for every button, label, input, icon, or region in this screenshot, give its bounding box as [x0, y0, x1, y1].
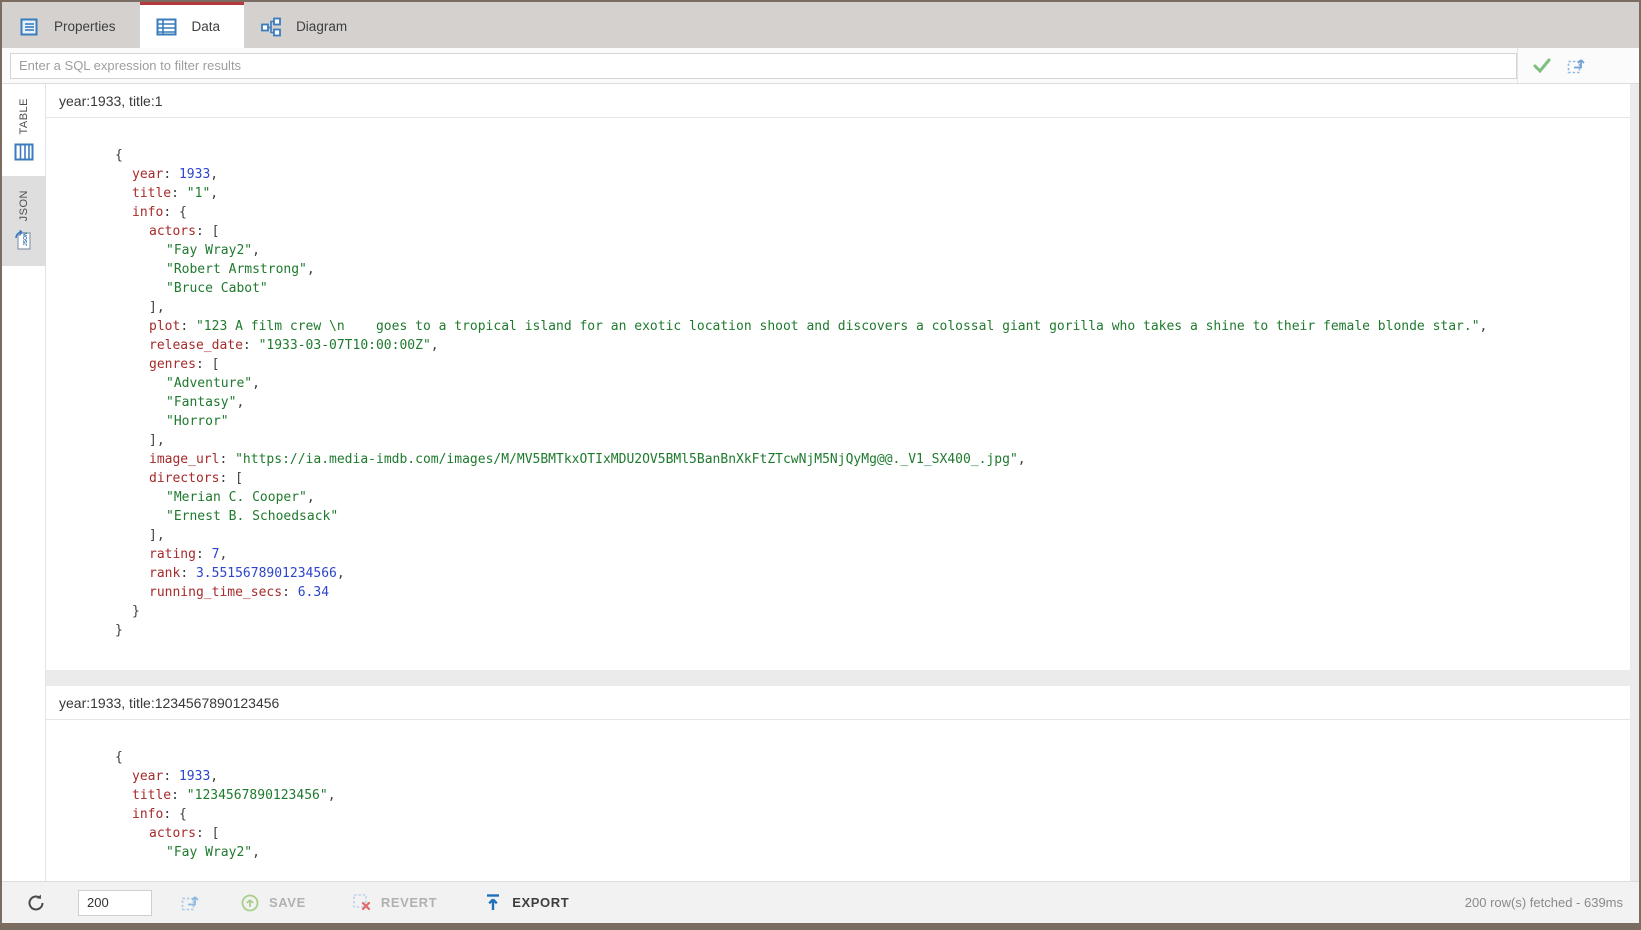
table-grid-icon: [14, 143, 34, 166]
json-line: year: 1933,: [115, 767, 1620, 786]
export-button[interactable]: EXPORT: [483, 893, 569, 913]
json-line: {: [115, 748, 1620, 767]
save-label: SAVE: [269, 895, 306, 910]
json-line: "Ernest B. Schoedsack": [115, 507, 1620, 526]
revert-label: REVERT: [381, 895, 437, 910]
table-view-label: TABLE: [18, 98, 30, 135]
row-limit-input[interactable]: [78, 890, 152, 916]
revert-icon: [352, 893, 372, 913]
svg-text:JSON: JSON: [23, 232, 29, 246]
toolbar-left: SAVE REVERT EXPORT: [2, 890, 569, 916]
sidebar-item-table[interactable]: TABLE: [2, 84, 46, 176]
json-line: ],: [115, 431, 1620, 450]
json-line: "Merian C. Cooper",: [115, 488, 1620, 507]
filter-editor-icon[interactable]: [1566, 56, 1586, 76]
properties-list-icon: [18, 17, 40, 37]
save-button[interactable]: SAVE: [240, 893, 306, 913]
tab-label: Diagram: [296, 19, 347, 34]
json-line: rating: 7,: [115, 545, 1620, 564]
tab-label: Properties: [54, 19, 116, 34]
fetch-page-icon[interactable]: [180, 893, 200, 913]
filter-actions: [1517, 48, 1639, 83]
json-line: plot: "123 A film crew \n goes to a trop…: [115, 317, 1620, 336]
status-bar: SAVE REVERT EXPORT: [2, 881, 1639, 923]
sidebar-item-json[interactable]: JSON JSON: [2, 176, 46, 266]
json-line: release_date: "1933-03-07T10:00:00Z",: [115, 336, 1620, 355]
record-json[interactable]: {year: 1933,title: "1",info: {actors: ["…: [46, 118, 1630, 670]
json-view-label: JSON: [18, 190, 30, 221]
results-area[interactable]: year:1933, title:1{year: 1933,title: "1"…: [46, 84, 1639, 881]
json-line: actors: [: [115, 824, 1620, 843]
json-line: "Bruce Cabot": [115, 279, 1620, 298]
json-line: "Fantasy",: [115, 393, 1620, 412]
json-view-icon: JSON: [13, 229, 35, 256]
json-line: "Horror": [115, 412, 1620, 431]
tab-data[interactable]: Data: [140, 2, 245, 48]
tab-label: Data: [192, 19, 221, 34]
json-line: title: "1",: [115, 184, 1620, 203]
view-switcher-sidebar: TABLE JSON JSON: [2, 84, 46, 881]
export-label: EXPORT: [512, 895, 569, 910]
records-container: year:1933, title:1{year: 1933,title: "1"…: [46, 84, 1630, 881]
json-line: info: {: [115, 203, 1620, 222]
json-line: ],: [115, 298, 1620, 317]
json-line: image_url: "https://ia.media-imdb.com/im…: [115, 450, 1620, 469]
json-line: directors: [: [115, 469, 1620, 488]
sql-filter-input[interactable]: [10, 53, 1517, 79]
revert-button[interactable]: REVERT: [352, 893, 437, 913]
diagram-icon: [260, 17, 282, 37]
json-line: "Fay Wray2",: [115, 843, 1620, 862]
json-line: actors: [: [115, 222, 1620, 241]
record-header[interactable]: year:1933, title:1: [46, 84, 1630, 118]
record-panel: year:1933, title:1234567890123456{year: …: [46, 686, 1630, 881]
refresh-icon[interactable]: [26, 893, 46, 913]
fetch-status-text: 200 row(s) fetched - 639ms: [1465, 895, 1639, 910]
save-icon: [240, 893, 260, 913]
record-json[interactable]: {year: 1933,title: "1234567890123456",in…: [46, 720, 1630, 881]
app-window: Properties Data: [0, 0, 1641, 930]
json-line: info: {: [115, 805, 1620, 824]
tab-properties[interactable]: Properties: [2, 2, 140, 48]
json-line: year: 1933,: [115, 165, 1620, 184]
tab-bar: Properties Data: [2, 2, 1639, 48]
json-line: ],: [115, 526, 1620, 545]
json-line: {: [115, 146, 1620, 165]
export-icon: [483, 893, 503, 913]
json-line: }: [115, 602, 1620, 621]
json-line: }: [115, 621, 1620, 640]
json-line: genres: [: [115, 355, 1620, 374]
json-line: "Robert Armstrong",: [115, 260, 1620, 279]
json-line: title: "1234567890123456",: [115, 786, 1620, 805]
record-header[interactable]: year:1933, title:1234567890123456: [46, 686, 1630, 720]
json-line: "Fay Wray2",: [115, 241, 1620, 260]
json-line: "Adventure",: [115, 374, 1620, 393]
json-line: rank: 3.5515678901234566,: [115, 564, 1620, 583]
apply-filter-check-icon[interactable]: [1532, 56, 1552, 76]
tab-diagram[interactable]: Diagram: [244, 2, 371, 48]
json-line: running_time_secs: 6.34: [115, 583, 1620, 602]
record-panel: year:1933, title:1 {year: 1933,title: "1"…: [46, 84, 1630, 670]
data-table-icon: [156, 17, 178, 37]
filter-bar: [2, 48, 1639, 84]
